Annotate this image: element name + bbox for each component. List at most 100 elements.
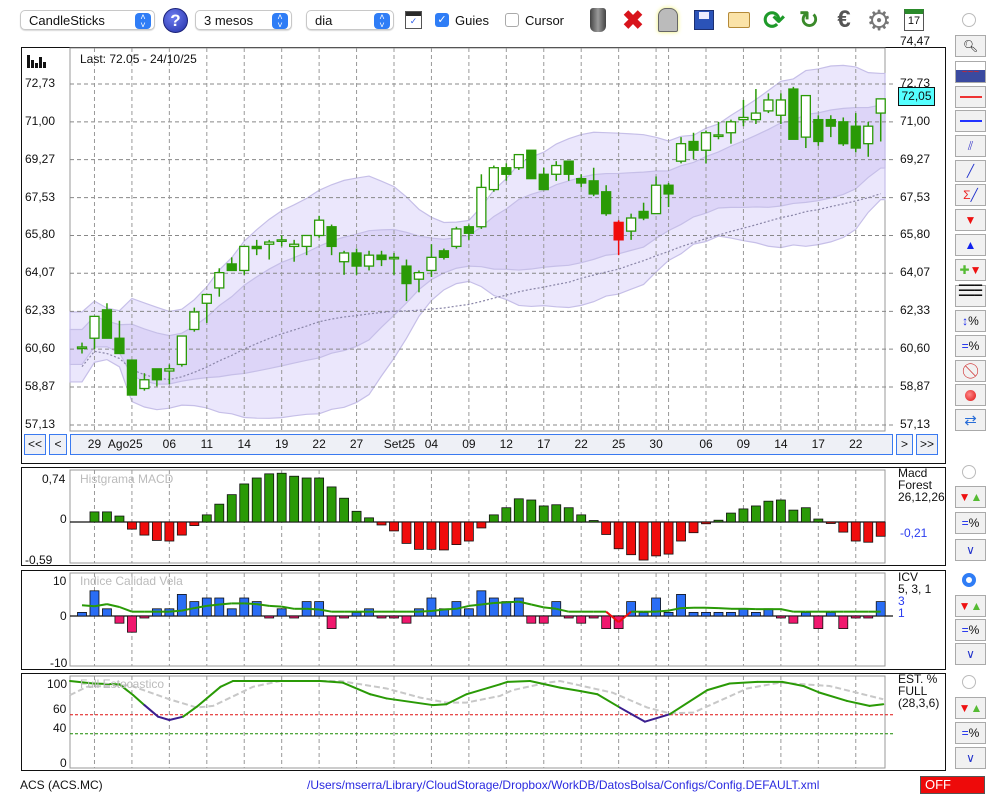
macd-bar bbox=[813, 518, 824, 523]
stoch-signals-button[interactable]: ▼▲ bbox=[955, 697, 986, 719]
icv-signal-line bbox=[493, 601, 507, 605]
candle bbox=[326, 226, 337, 248]
icv-signal-line bbox=[269, 604, 282, 608]
macd-bar bbox=[151, 521, 162, 541]
zoom-button[interactable]: 🔍︎ bbox=[955, 35, 986, 57]
icv-radio[interactable] bbox=[962, 573, 976, 587]
signals-button[interactable]: ✚▼ bbox=[955, 259, 986, 281]
price-axis-label-left: 72,73 bbox=[25, 76, 56, 90]
sync-button[interactable]: ⇄ bbox=[955, 409, 986, 431]
date-axis-label: 14 bbox=[237, 437, 251, 451]
icv-bar bbox=[775, 615, 786, 619]
prohibit-button[interactable]: 🚫︎ bbox=[955, 360, 986, 382]
macd-y-max: 0,74 bbox=[42, 472, 66, 486]
lines-percent-button[interactable]: =% bbox=[955, 335, 986, 357]
candle bbox=[576, 177, 587, 184]
macd-bar bbox=[376, 521, 387, 526]
icv-lines-percent-button[interactable]: =% bbox=[955, 619, 986, 641]
candle bbox=[301, 234, 312, 248]
candle bbox=[863, 125, 874, 145]
stoch-lines-percent-button[interactable]: =% bbox=[955, 722, 986, 744]
icv-oscillator-button[interactable]: ∨ bbox=[955, 643, 986, 665]
blue-line-button[interactable] bbox=[955, 110, 986, 132]
macd-bar bbox=[451, 521, 462, 545]
mode-toggle[interactable]: OFF bbox=[920, 776, 985, 794]
sigma-trendline-button[interactable]: Σ ╱ bbox=[955, 184, 986, 206]
macd-radio[interactable] bbox=[962, 465, 976, 479]
icv-bar bbox=[102, 608, 112, 617]
candle bbox=[264, 241, 275, 245]
macd-bar bbox=[164, 521, 175, 542]
stoch-k-line bbox=[219, 680, 235, 688]
stochastic-radio[interactable] bbox=[962, 675, 976, 689]
macd-signals-button[interactable]: ▼▲ bbox=[955, 486, 986, 508]
stochastic-params: EST. % FULL (28,3,6) bbox=[898, 673, 939, 709]
candle bbox=[788, 88, 799, 140]
record-button[interactable] bbox=[955, 384, 986, 406]
icv-signal-line bbox=[418, 609, 432, 613]
stoch-oscillator-button[interactable]: ∨ bbox=[955, 747, 986, 769]
nav-last-button[interactable]: >> bbox=[916, 434, 938, 455]
date-axis-label: 27 bbox=[349, 437, 364, 451]
icv-title: Indice Calidad Vela bbox=[80, 574, 183, 588]
macd-settings-label: 26,12,26 bbox=[898, 490, 945, 504]
icv-bar bbox=[239, 597, 250, 617]
red-line-button[interactable] bbox=[955, 86, 986, 108]
range-percent-button[interactable]: ↕% bbox=[955, 310, 986, 332]
date-axis-label: 04 bbox=[424, 437, 439, 451]
icv-signal-line bbox=[169, 609, 182, 613]
macd-lines-percent-button[interactable]: =% bbox=[955, 512, 986, 534]
macd-bar bbox=[676, 521, 686, 542]
macd-bar bbox=[850, 521, 861, 542]
candle bbox=[338, 252, 350, 263]
macd-params: Macd Forest 26,12,26 bbox=[898, 467, 945, 503]
icv-bar bbox=[114, 615, 125, 624]
macd-bar bbox=[551, 504, 562, 523]
price-axis-label: 62,33 bbox=[900, 303, 931, 318]
macd-bar bbox=[775, 499, 786, 523]
stoch-k-line bbox=[846, 699, 871, 707]
macd-bar bbox=[763, 500, 774, 523]
icv-bar bbox=[825, 612, 836, 617]
lines-percent-icon: =% bbox=[961, 339, 980, 353]
macd-bar bbox=[751, 505, 761, 523]
stoch-settings-label: (28,3,6) bbox=[898, 696, 940, 710]
icv-bar bbox=[526, 615, 537, 624]
macd-oscillator-button[interactable]: ∨ bbox=[955, 539, 986, 561]
icv-bar bbox=[426, 597, 437, 617]
macd-bar bbox=[214, 503, 225, 523]
sell-arrow-button[interactable]: ▼ bbox=[955, 209, 986, 231]
channel-button[interactable]: ⫽ bbox=[955, 135, 986, 157]
candle bbox=[463, 226, 475, 234]
stoch-k-line bbox=[868, 703, 885, 707]
buy-arrow-button[interactable]: ▲ bbox=[955, 234, 986, 256]
icv-signal-line bbox=[306, 607, 320, 611]
price-axis-label: 64,07 bbox=[900, 265, 931, 280]
icv-bar bbox=[701, 612, 711, 617]
icv-bar bbox=[651, 597, 661, 617]
macd-bar bbox=[276, 472, 287, 523]
macd-bar bbox=[626, 521, 637, 556]
macd-bar bbox=[89, 511, 100, 523]
nav-prev-button[interactable]: < bbox=[49, 434, 67, 455]
date-axis-label: 25 bbox=[611, 437, 626, 451]
date-axis-label: 12 bbox=[499, 437, 513, 451]
icv-bar bbox=[401, 615, 412, 624]
candle bbox=[688, 140, 699, 151]
macd-bar bbox=[863, 521, 874, 543]
lines-percent-icon: =% bbox=[961, 516, 980, 530]
price-axis-label-left: 60,60 bbox=[25, 341, 56, 356]
candle bbox=[289, 243, 300, 248]
config-path-link[interactable]: /Users/mserra/Library/CloudStorage/Dropb… bbox=[307, 778, 819, 792]
icv-signals-button[interactable]: ▼▲ bbox=[955, 595, 986, 617]
plus-down-icon: ✚▼ bbox=[959, 263, 982, 277]
macd-bar bbox=[389, 521, 399, 532]
trendline-button[interactable]: ╱ bbox=[955, 160, 986, 182]
candle bbox=[488, 167, 499, 191]
candle bbox=[226, 263, 237, 272]
lines-button[interactable]: ▔▔▔ ▔▔▔ ▔▔▔ bbox=[955, 285, 986, 307]
macd-bar bbox=[351, 510, 362, 523]
nav-next-button[interactable]: > bbox=[896, 434, 913, 455]
nav-first-button[interactable]: << bbox=[24, 434, 46, 455]
volume-overlay-button[interactable]: ~~~ bbox=[955, 61, 986, 83]
